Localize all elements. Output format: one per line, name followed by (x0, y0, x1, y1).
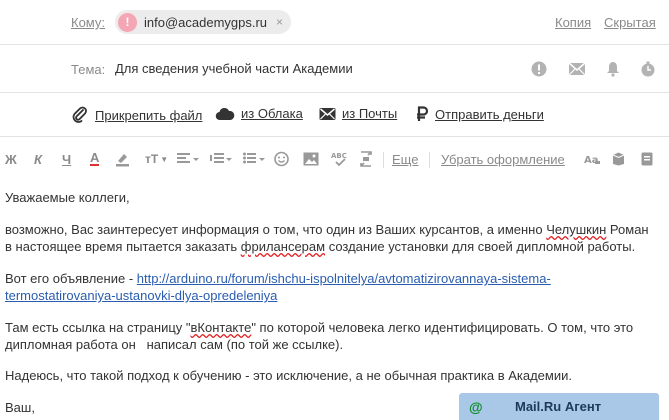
svg-text:Aa: Aa (584, 155, 599, 166)
align-icon[interactable] (177, 151, 199, 167)
to-label[interactable]: Кому: (71, 15, 105, 30)
underline-button[interactable]: Ч (62, 151, 71, 167)
agent-icon: @ (469, 398, 483, 415)
from-cloud-button[interactable]: из Облака (215, 106, 303, 121)
toolbar-separator (429, 152, 430, 168)
signature-icon[interactable]: Aa (584, 151, 600, 167)
font-size-button[interactable]: тТ ▼ (145, 151, 168, 167)
highlight-icon[interactable] (115, 151, 130, 167)
message-paragraph[interactable]: Надеюсь, что такой подход к обучению - э… (5, 367, 655, 384)
text-fragment: Там есть ссылка на страницу " (5, 320, 191, 335)
announcement-link[interactable]: termostatirovaniya-ustanovki-dlya-oprede… (5, 288, 277, 303)
italic-button[interactable]: К (34, 151, 42, 167)
image-icon[interactable] (303, 151, 319, 167)
paperclip-icon (72, 106, 87, 123)
remove-recipient-icon[interactable]: × (276, 15, 283, 29)
translate-icon[interactable] (359, 151, 373, 167)
recipient-email: info@academygps.ru (144, 14, 268, 30)
smiley-icon[interactable] (274, 151, 289, 167)
document-icon[interactable] (641, 151, 653, 167)
template-icon[interactable] (612, 151, 625, 167)
message-paragraph[interactable]: дипломная работа он написал сам (по той … (5, 336, 655, 353)
text-fragment: Вот его объявление - (5, 271, 137, 286)
mailru-agent-bar[interactable]: @ Mail.Ru Агент (459, 393, 659, 420)
copy-link[interactable]: Копия (555, 15, 591, 30)
bold-button[interactable]: Ж (5, 151, 17, 167)
from-mail-button[interactable]: из Почты (319, 106, 397, 121)
send-money-label: Отправить деньги (435, 106, 544, 122)
clear-format-button[interactable]: Убрать оформление (441, 152, 565, 167)
font-color-button[interactable]: А (90, 151, 100, 166)
message-paragraph[interactable]: в настоящее время пытается заказать фрил… (5, 238, 655, 255)
announcement-link[interactable]: http://arduino.ru/forum/ishchu-ispolnite… (137, 271, 551, 286)
timer-icon[interactable] (640, 61, 656, 77)
reminder-bell-icon[interactable] (605, 61, 621, 77)
message-paragraph[interactable]: Вот его объявление - http://arduino.ru/f… (5, 270, 655, 287)
text-fragment: Роман (606, 222, 649, 237)
misspelled-word: Челушкин (546, 222, 607, 237)
font-size-label: тТ (145, 152, 159, 166)
send-money-button[interactable]: Отправить деньги (416, 106, 544, 122)
subject-label: Тема: (71, 62, 106, 77)
envelope-icon (319, 107, 336, 120)
chevron-down-icon: ▼ (160, 154, 169, 164)
recipient-warning-icon: ! (118, 12, 137, 32)
message-paragraph[interactable]: termostatirovaniya-ustanovki-dlya-oprede… (5, 287, 655, 304)
divider (0, 136, 669, 137)
attach-file-button[interactable]: Прикрепить файл (71, 106, 202, 124)
agent-label: Mail.Ru Агент (515, 399, 602, 414)
from-mail-label: из Почты (342, 106, 398, 121)
text-fragment: возможно, Вас заинтересует информация о … (5, 222, 547, 237)
message-greeting[interactable]: Уважаемые коллеги, (5, 189, 655, 206)
subject-input[interactable]: Для сведения учебной части Академии (115, 61, 353, 76)
recipient-chip[interactable]: ! info@academygps.ru × (115, 10, 292, 34)
importance-icon[interactable] (531, 61, 547, 77)
attach-file-label: Прикрепить файл (95, 107, 203, 123)
misspelled-word: вКонтакте (190, 320, 252, 335)
indent-icon[interactable] (210, 151, 232, 167)
spellcheck-icon[interactable]: ABC (331, 151, 347, 167)
formatting-toolbar: Ж К Ч А тТ ▼ ABC Еще Убрать оформление Aa (0, 146, 669, 172)
attachments-row: Прикрепить файл из Облака из Почты Отпра… (0, 93, 669, 136)
more-button[interactable]: Еще (392, 152, 418, 167)
hidden-copy-link[interactable]: Скрытая (604, 15, 656, 30)
subject-row: Тема: Для сведения учебной части Академи… (0, 45, 669, 93)
text-fragment: создание установки для своей дипломной р… (325, 239, 636, 254)
message-paragraph[interactable]: возможно, Вас заинтересует информация о … (5, 221, 655, 238)
list-icon[interactable] (243, 151, 265, 167)
notify-icon[interactable] (568, 61, 586, 77)
message-paragraph[interactable]: Там есть ссылка на страницу "вКонтакте" … (5, 319, 655, 336)
misspelled-word: фрилансерам (240, 239, 326, 254)
ruble-icon (417, 106, 429, 121)
text-fragment: в настоящее время пытается заказать (5, 239, 241, 254)
toolbar-separator (383, 152, 384, 168)
to-row: Кому: ! info@academygps.ru × Копия Скрыт… (0, 0, 669, 45)
cloud-icon (215, 107, 235, 120)
from-cloud-label: из Облака (241, 106, 303, 121)
text-fragment: " по которой человека легко идентифициро… (251, 320, 634, 335)
